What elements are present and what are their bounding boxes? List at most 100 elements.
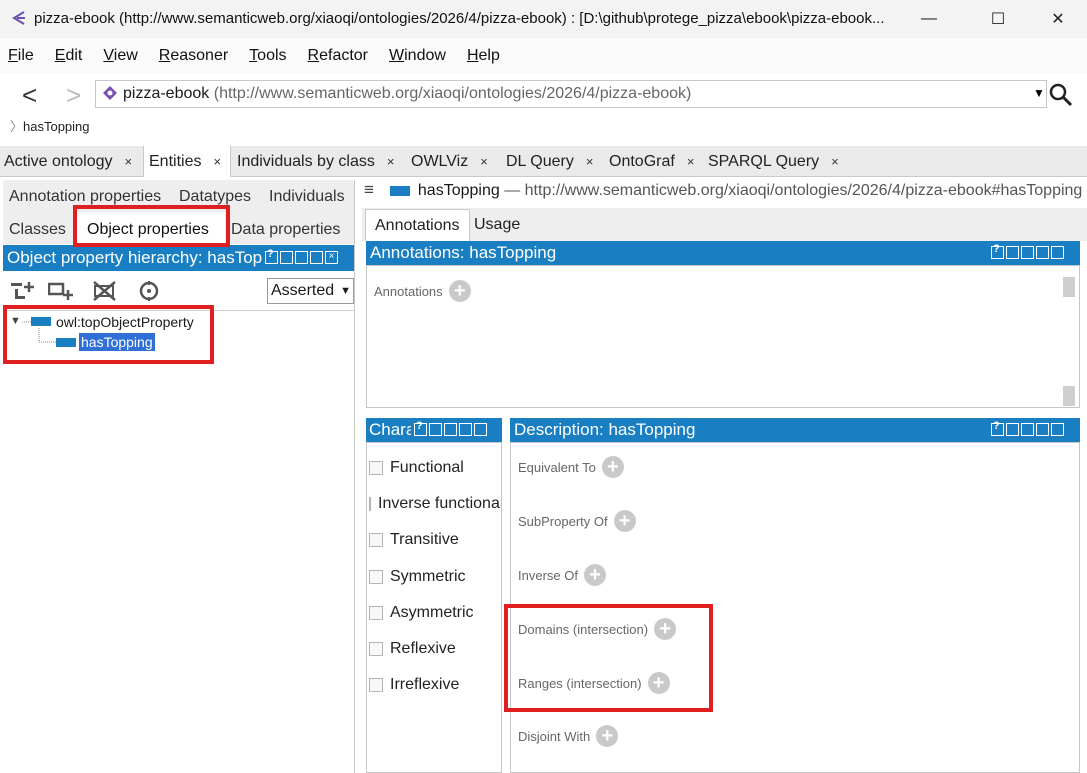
- breadcrumb-item[interactable]: hasTopping: [23, 119, 90, 134]
- checkbox[interactable]: [369, 570, 383, 584]
- menu-lines-icon[interactable]: ≡: [364, 180, 380, 200]
- breadcrumb[interactable]: 〉hasTopping: [10, 116, 90, 135]
- add-annotation-button[interactable]: +: [448, 280, 471, 302]
- close-tab-icon[interactable]: ×: [480, 154, 488, 169]
- menu-edit[interactable]: Edit: [55, 47, 83, 65]
- close-tab-icon[interactable]: ×: [586, 154, 594, 169]
- close-window-button[interactable]: ✕: [1035, 0, 1081, 38]
- menu-help[interactable]: Help: [467, 47, 500, 65]
- tab-dl-query[interactable]: DL Query ×: [506, 146, 593, 177]
- inverse-of-row: Inverse Of +: [518, 564, 606, 586]
- help-icon[interactable]: [414, 420, 427, 436]
- characteristic-transitive[interactable]: Transitive: [369, 531, 459, 549]
- maximize-view-icon[interactable]: [1036, 423, 1049, 436]
- checkbox[interactable]: [369, 642, 383, 656]
- scrollbar-thumb-bottom[interactable]: [1063, 386, 1075, 406]
- ontology-address-text: pizza-ebook (http://www.semanticweb.org/…: [123, 85, 691, 103]
- subtab-classes[interactable]: Classes: [9, 221, 66, 239]
- annotations-row: Annotations +: [374, 280, 471, 302]
- split-view-icon[interactable]: [1021, 246, 1034, 259]
- add-disjoint-button[interactable]: +: [596, 725, 619, 747]
- checkbox[interactable]: [369, 533, 383, 547]
- tab-active-ontology[interactable]: Active ontology ×: [4, 146, 144, 177]
- chevron-down-icon: ▼: [340, 285, 352, 297]
- disjoint-with-row: Disjoint With +: [518, 725, 619, 747]
- characteristic-asymmetric[interactable]: Asymmetric: [369, 604, 474, 622]
- delete-property-icon[interactable]: [92, 280, 118, 302]
- search-icon[interactable]: [1048, 82, 1074, 108]
- menu-bar: File Edit View Reasoner Tools Refactor W…: [0, 38, 1087, 74]
- close-tab-icon[interactable]: ×: [687, 154, 695, 169]
- close-view-icon[interactable]: [1051, 246, 1064, 259]
- chevron-down-icon[interactable]: ▼: [1033, 86, 1045, 100]
- split-view-icon[interactable]: [444, 423, 457, 436]
- close-view-icon[interactable]: [1051, 423, 1064, 436]
- checkbox[interactable]: [369, 678, 383, 692]
- tab-individuals-by-class[interactable]: Individuals by class ×: [237, 146, 394, 177]
- characteristic-symmetric[interactable]: Symmetric: [369, 568, 466, 586]
- close-view-icon[interactable]: [474, 423, 487, 436]
- menu-file[interactable]: File: [8, 47, 34, 65]
- tab-annotations[interactable]: Annotations: [365, 209, 470, 241]
- window-title: pizza-ebook (http://www.semanticweb.org/…: [34, 10, 885, 27]
- help-icon[interactable]: [265, 248, 278, 264]
- checkbox[interactable]: [369, 497, 371, 511]
- characteristic-functional[interactable]: Functional: [369, 459, 464, 477]
- find-usage-icon[interactable]: [137, 280, 163, 302]
- subtab-datatypes[interactable]: Datatypes: [179, 188, 251, 206]
- characteristics-title: Characteristics: [369, 420, 411, 439]
- annotations-panel: [366, 265, 1080, 408]
- add-inverse-button[interactable]: +: [583, 564, 606, 586]
- maximize-view-icon[interactable]: [1036, 246, 1049, 259]
- menu-refactor[interactable]: Refactor: [308, 47, 368, 65]
- tab-sparql-query[interactable]: SPARQL Query ×: [708, 146, 839, 177]
- tab-entities[interactable]: Entities ×: [143, 146, 231, 177]
- menu-tools[interactable]: Tools: [249, 47, 286, 65]
- minimize-button[interactable]: —: [906, 0, 952, 38]
- annotations-label: Annotations: [374, 283, 443, 299]
- split-view-icon[interactable]: [1021, 423, 1034, 436]
- hierarchy-mode-select[interactable]: Asserted ▼: [267, 278, 354, 304]
- close-tab-icon[interactable]: ×: [213, 154, 221, 169]
- maximize-view-icon[interactable]: [459, 423, 472, 436]
- menu-window[interactable]: Window: [389, 47, 446, 65]
- help-icon[interactable]: [991, 243, 1004, 259]
- float-view-icon[interactable]: [1006, 246, 1019, 259]
- equivalent-to-row: Equivalent To +: [518, 456, 624, 478]
- float-view-icon[interactable]: [1006, 423, 1019, 436]
- maximize-view-icon[interactable]: [310, 251, 323, 264]
- subtab-individuals[interactable]: Individuals: [269, 188, 345, 206]
- close-tab-icon[interactable]: ×: [831, 154, 839, 169]
- characteristic-inverse-functional[interactable]: Inverse functional: [369, 495, 501, 513]
- characteristic-reflexive[interactable]: Reflexive: [369, 640, 456, 658]
- object-property-icon: [390, 185, 411, 196]
- add-subproperty-icon[interactable]: [10, 280, 36, 302]
- subtab-annotation-properties[interactable]: Annotation properties: [9, 188, 161, 206]
- back-button[interactable]: <: [22, 80, 37, 111]
- menu-view[interactable]: View: [103, 47, 137, 65]
- float-view-icon[interactable]: [280, 251, 293, 264]
- tab-ontograf[interactable]: OntoGraf ×: [609, 146, 694, 177]
- close-view-icon[interactable]: ×: [325, 251, 338, 264]
- close-tab-icon[interactable]: ×: [387, 154, 395, 169]
- menu-reasoner[interactable]: Reasoner: [159, 47, 228, 65]
- subtab-data-properties[interactable]: Data properties: [231, 221, 340, 239]
- highlight-object-properties-tab: [73, 205, 230, 247]
- scrollbar-thumb-top[interactable]: [1063, 277, 1075, 297]
- ontology-diamond-icon: [103, 86, 117, 100]
- float-view-icon[interactable]: [429, 423, 442, 436]
- tab-owlviz[interactable]: OWLViz ×: [411, 146, 488, 177]
- split-view-icon[interactable]: [295, 251, 308, 264]
- characteristic-irreflexive[interactable]: Irreflexive: [369, 676, 459, 694]
- help-icon[interactable]: [991, 420, 1004, 436]
- entity-header: ≡ hasTopping — http://www.semanticweb.or…: [362, 180, 1087, 208]
- checkbox[interactable]: [369, 606, 383, 620]
- maximize-button[interactable]: ☐: [975, 0, 1021, 38]
- forward-button[interactable]: >: [66, 80, 81, 111]
- add-sibling-property-icon[interactable]: [48, 280, 74, 302]
- add-superproperty-button[interactable]: +: [613, 510, 636, 532]
- add-equivalent-button[interactable]: +: [601, 456, 624, 478]
- close-tab-icon[interactable]: ×: [125, 154, 133, 169]
- tab-usage[interactable]: Usage: [465, 209, 529, 241]
- checkbox[interactable]: [369, 461, 383, 475]
